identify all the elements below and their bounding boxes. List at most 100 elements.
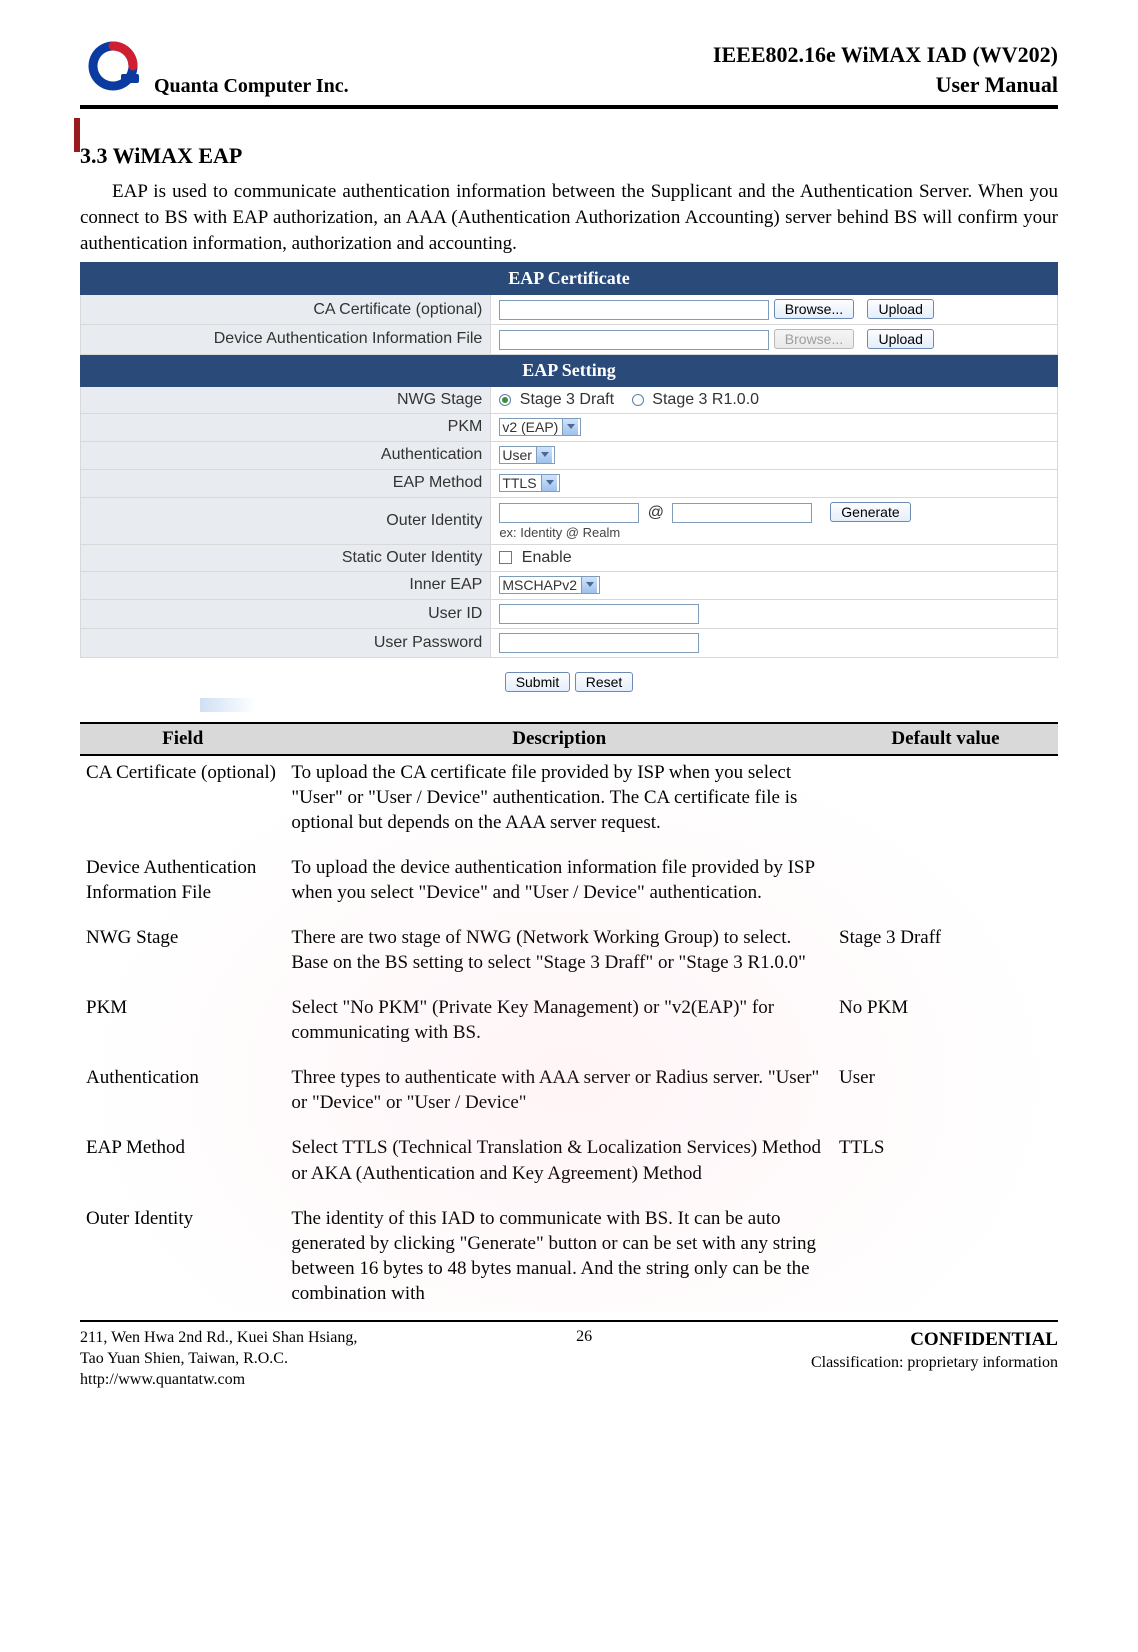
- table-row: Static Outer Identity Enable: [81, 544, 1058, 571]
- at-sign: @: [644, 504, 668, 521]
- decorative-fade: [200, 698, 256, 712]
- user-id-input[interactable]: [499, 604, 699, 624]
- page-number: 26: [576, 1328, 592, 1346]
- classification-text: Classification: proprietary information: [811, 1353, 1058, 1374]
- doc-title-line2: User Manual: [713, 70, 1058, 100]
- auth-select-value: User: [502, 447, 532, 463]
- default-cell: User: [833, 1061, 1058, 1131]
- default-cell: TTLS: [833, 1131, 1058, 1201]
- eap-method-select[interactable]: TTLS: [499, 474, 559, 492]
- radio-icon[interactable]: [499, 394, 511, 406]
- table-row: Device Authentication Information File T…: [80, 851, 1058, 921]
- desc-cell: To upload the device authentication info…: [285, 851, 833, 921]
- eap-method-label: EAP Method: [81, 469, 491, 497]
- nwg-opt1[interactable]: Stage 3 Draft: [520, 391, 614, 408]
- col-default: Default value: [833, 723, 1058, 755]
- col-description: Description: [285, 723, 833, 755]
- eap-method-value: TTLS: [502, 475, 536, 491]
- footer-classification: CONFIDENTIAL Classification: proprietary…: [811, 1328, 1058, 1390]
- description-table: Field Description Default value CA Certi…: [80, 722, 1058, 1310]
- upload-button[interactable]: Upload: [867, 299, 933, 319]
- chevron-down-icon: [581, 577, 597, 593]
- table-row: Outer Identity The identity of this IAD …: [80, 1202, 1058, 1310]
- inner-eap-select[interactable]: MSCHAPv2: [499, 576, 600, 594]
- static-outer-label: Static Outer Identity: [81, 544, 491, 571]
- static-enable-text[interactable]: Enable: [522, 549, 572, 566]
- browse-button[interactable]: Browse...: [774, 299, 854, 319]
- page-footer: 211, Wen Hwa 2nd Rd., Kuei Shan Hsiang, …: [80, 1320, 1058, 1390]
- chevron-down-icon: [536, 447, 552, 463]
- inner-eap-value: MSCHAPv2: [502, 577, 577, 593]
- table-row: NWG Stage Stage 3 Draft Stage 3 R1.0.0: [81, 386, 1058, 413]
- section-heading: 3.3 WiMAX EAP: [80, 143, 1058, 169]
- table-row: Outer Identity @ Generate ex: Identity @…: [81, 497, 1058, 544]
- table-row: Authentication Three types to authentica…: [80, 1061, 1058, 1131]
- table-row: User ID: [81, 599, 1058, 628]
- confidential-label: CONFIDENTIAL: [811, 1328, 1058, 1353]
- device-auth-path-input[interactable]: [499, 330, 769, 350]
- checkbox-icon[interactable]: [499, 551, 512, 564]
- eap-certificate-table: EAP Certificate CA Certificate (optional…: [80, 262, 1058, 657]
- doc-title-line1: IEEE802.16e WiMAX IAD (WV202): [713, 40, 1058, 70]
- desc-cell: The identity of this IAD to communicate …: [285, 1202, 833, 1310]
- pkm-label: PKM: [81, 413, 491, 441]
- nwg-opt2[interactable]: Stage 3 R1.0.0: [652, 391, 759, 408]
- section-intro: EAP is used to communicate authenticatio…: [80, 179, 1058, 256]
- default-cell: [833, 1202, 1058, 1310]
- table-row: PKM v2 (EAP): [81, 413, 1058, 441]
- doc-title: IEEE802.16e WiMAX IAD (WV202) User Manua…: [713, 40, 1058, 99]
- table-row: CA Certificate (optional) Browse... Uplo…: [81, 295, 1058, 325]
- outer-realm-input[interactable]: [672, 503, 812, 523]
- table-row: User Password: [81, 628, 1058, 657]
- default-cell: No PKM: [833, 991, 1058, 1061]
- desc-cell: To upload the CA certificate file provid…: [285, 755, 833, 851]
- eap-setting-header: EAP Setting: [81, 354, 1058, 386]
- desc-cell: Select TTLS (Technical Translation & Loc…: [285, 1131, 833, 1201]
- reset-button[interactable]: Reset: [575, 672, 634, 692]
- browse-button: Browse...: [774, 329, 854, 349]
- company-name: Quanta Computer Inc.: [154, 75, 349, 98]
- field-cell: Authentication: [80, 1061, 285, 1131]
- desc-cell: There are two stage of NWG (Network Work…: [285, 921, 833, 991]
- auth-select[interactable]: User: [499, 446, 555, 464]
- ca-cert-path-input[interactable]: [499, 300, 769, 320]
- table-row: Device Authentication Information File B…: [81, 325, 1058, 355]
- default-cell: [833, 755, 1058, 851]
- desc-cell: Three types to authenticate with AAA ser…: [285, 1061, 833, 1131]
- table-row: Inner EAP MSCHAPv2: [81, 571, 1058, 599]
- red-side-accent: [74, 118, 80, 152]
- generate-button[interactable]: Generate: [830, 502, 910, 522]
- pkm-select-value: v2 (EAP): [502, 419, 558, 435]
- page-header: Quanta Computer Inc. IEEE802.16e WiMAX I…: [80, 40, 1058, 109]
- default-cell: Stage 3 Draff: [833, 921, 1058, 991]
- eap-cert-header: EAP Certificate: [81, 263, 1058, 295]
- desc-cell: Select "No PKM" (Private Key Management)…: [285, 991, 833, 1061]
- inner-eap-label: Inner EAP: [81, 571, 491, 599]
- footer-url: http://www.quantatw.com: [80, 1370, 357, 1391]
- table-row: CA Certificate (optional) To upload the …: [80, 755, 1058, 851]
- pkm-select[interactable]: v2 (EAP): [499, 418, 581, 436]
- chevron-down-icon: [562, 419, 578, 435]
- field-cell: PKM: [80, 991, 285, 1061]
- table-row: EAP Method TTLS: [81, 469, 1058, 497]
- user-password-label: User Password: [81, 628, 491, 657]
- submit-row: Submit Reset: [80, 672, 1058, 712]
- chevron-down-icon: [541, 475, 557, 491]
- outer-identity-label: Outer Identity: [81, 497, 491, 544]
- field-cell: NWG Stage: [80, 921, 285, 991]
- footer-address: 211, Wen Hwa 2nd Rd., Kuei Shan Hsiang, …: [80, 1328, 357, 1390]
- user-id-label: User ID: [81, 599, 491, 628]
- submit-button[interactable]: Submit: [505, 672, 571, 692]
- quanta-logo: [80, 40, 146, 98]
- table-row: EAP Method Select TTLS (Technical Transl…: [80, 1131, 1058, 1201]
- device-auth-file-label: Device Authentication Information File: [81, 325, 491, 355]
- field-cell: EAP Method: [80, 1131, 285, 1201]
- outer-identity-hint: ex: Identity @ Realm: [499, 525, 1049, 540]
- table-row: Authentication User: [81, 441, 1058, 469]
- radio-icon[interactable]: [632, 394, 644, 406]
- table-row: PKM Select "No PKM" (Private Key Managem…: [80, 991, 1058, 1061]
- outer-identity-input[interactable]: [499, 503, 639, 523]
- footer-addr2: Tao Yuan Shien, Taiwan, R.O.C.: [80, 1349, 357, 1370]
- user-password-input[interactable]: [499, 633, 699, 653]
- upload-button[interactable]: Upload: [867, 329, 933, 349]
